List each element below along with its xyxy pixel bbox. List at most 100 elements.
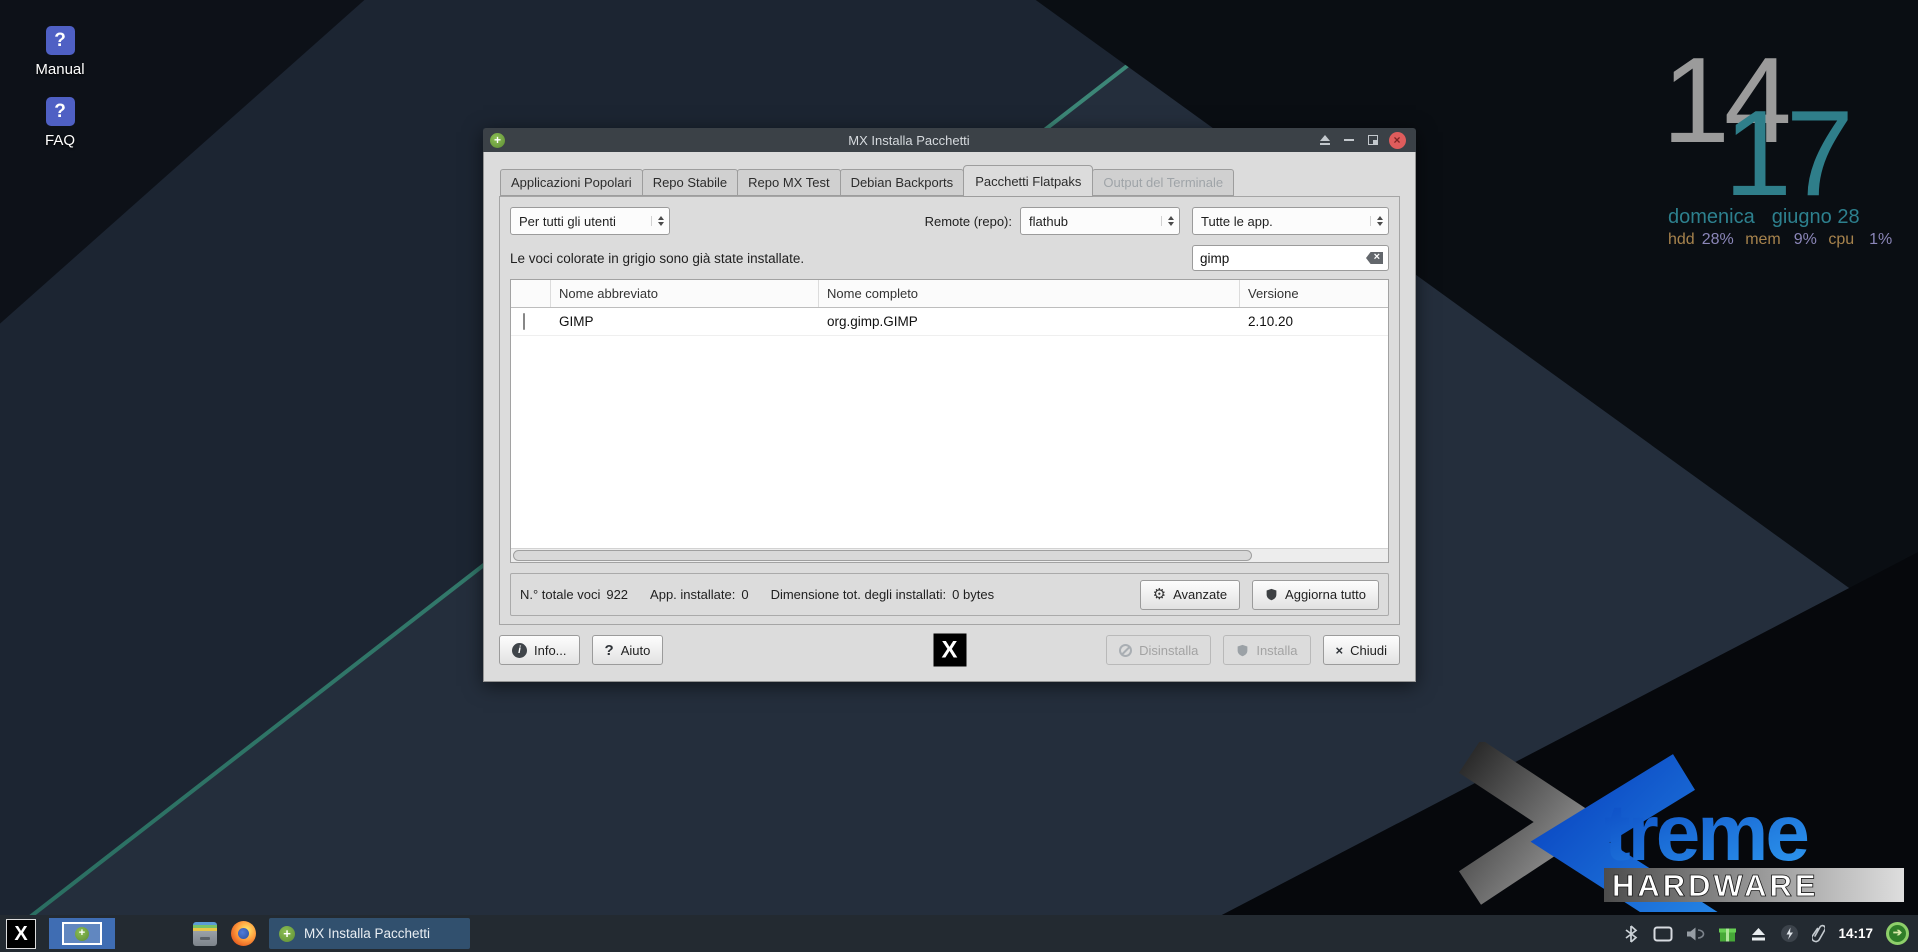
shade-icon (1320, 135, 1330, 145)
clock-date: domenicagiugno 28 (1668, 206, 1860, 229)
column-header-short-name[interactable]: Nome abbreviato (551, 280, 819, 307)
checkbox-column-header[interactable] (511, 280, 551, 307)
gear-icon: ⚙ (1153, 587, 1166, 602)
update-all-button[interactable]: Aggiorna tutto (1252, 580, 1379, 610)
close-x-icon: × (1336, 643, 1344, 658)
tab-applicazioni-popolari[interactable]: Applicazioni Popolari (500, 169, 643, 196)
scrollbar-thumb[interactable] (513, 550, 1252, 561)
combobox-value: Tutte le app. (1201, 214, 1273, 229)
mx-menu-button[interactable]: X (6, 919, 36, 949)
hint-search-row: Le voci colorate in grigio sono già stat… (510, 245, 1389, 271)
user-scope-combobox[interactable]: Per tutti gli utenti (510, 207, 670, 235)
green-plus-icon: + (75, 927, 89, 941)
cell-version: 2.10.20 (1240, 314, 1388, 329)
tab-bar: Applicazioni Popolari Repo Stabile Repo … (500, 168, 1400, 196)
column-header-version[interactable]: Versione (1240, 280, 1388, 307)
tab-output-terminale[interactable]: Output del Terminale (1092, 169, 1234, 196)
spinner-arrows-icon (1370, 216, 1383, 226)
table-row[interactable]: GIMP org.gimp.GIMP 2.10.20 (511, 308, 1388, 336)
mx-logo-icon: X (933, 634, 966, 667)
workspace-switcher[interactable]: + (49, 918, 115, 949)
remote-repo-label: Remote (repo): (925, 214, 1012, 229)
remote-combobox[interactable]: flathub (1020, 207, 1180, 235)
xtreme-hardware-logo: treme HARDWARE (1452, 742, 1912, 912)
close-icon: × (1389, 132, 1406, 149)
search-box (1192, 245, 1389, 271)
spinner-arrows-icon (651, 216, 664, 226)
clipboard-icon[interactable] (1812, 924, 1825, 943)
cell-full-name: org.gimp.GIMP (819, 314, 1240, 329)
mx-logo-icon: X (14, 921, 27, 947)
close-window-button[interactable]: × Chiudi (1323, 635, 1400, 665)
window-titlebar[interactable]: + MX Installa Pacchetti × (483, 128, 1416, 152)
installed-apps-status: App. installate: 0 (650, 587, 749, 602)
bluetooth-icon[interactable] (1622, 925, 1640, 943)
system-stats: hdd28% mem9% cpu1% (1668, 231, 1899, 249)
install-button[interactable]: Installa (1223, 635, 1310, 665)
table-header: Nome abbreviato Nome completo Versione (511, 280, 1388, 308)
column-header-full-name[interactable]: Nome completo (819, 280, 1240, 307)
firefox-launcher[interactable] (231, 921, 256, 946)
search-input[interactable] (1195, 251, 1366, 266)
conky-clock-widget: 14 17 domenicagiugno 28 hdd28% mem9% cpu… (1650, 20, 1910, 260)
green-plus-icon: + (279, 926, 295, 942)
minimize-button[interactable] (1337, 130, 1361, 150)
cell-short-name: GIMP (551, 314, 819, 329)
shade-button[interactable] (1313, 130, 1337, 150)
clock-minute: 17 (1724, 92, 1848, 214)
clear-search-icon[interactable] (1366, 252, 1383, 264)
package-table: Nome abbreviato Nome completo Versione G… (510, 279, 1389, 563)
power-manager-icon[interactable] (1780, 924, 1799, 943)
package-updater-icon[interactable] (1718, 925, 1737, 943)
maximize-button[interactable] (1361, 130, 1385, 150)
question-icon: ? (46, 26, 75, 55)
horizontal-scrollbar[interactable] (511, 548, 1388, 562)
display-icon[interactable] (1653, 926, 1673, 942)
close-button[interactable]: × (1385, 130, 1409, 150)
forbidden-icon (1119, 644, 1132, 657)
workspace-window-preview: + (62, 922, 102, 945)
mx-package-installer-window: + MX Installa Pacchetti × Applicazioni P… (483, 128, 1416, 682)
tab-repo-stabile[interactable]: Repo Stabile (642, 169, 738, 196)
shield-icon (1236, 643, 1249, 658)
flatpaks-tab-pane: Per tutti gli utenti Remote (repo): flat… (499, 196, 1400, 625)
volume-icon[interactable] (1686, 926, 1705, 942)
uninstall-button[interactable]: Disinstalla (1106, 635, 1211, 665)
row-checkbox[interactable] (523, 313, 525, 330)
tab-pacchetti-flatpaks[interactable]: Pacchetti Flatpaks (963, 165, 1093, 197)
desktop-icon-label: FAQ (15, 132, 105, 149)
desktop-icon-label: Manual (15, 61, 105, 78)
taskbar-clock[interactable]: 14:17 (1838, 926, 1873, 941)
installed-size-status: Dimensione tot. degli installati: 0 byte… (771, 587, 995, 602)
window-body: Applicazioni Popolari Repo Stabile Repo … (483, 152, 1416, 682)
installed-hint-label: Le voci colorate in grigio sono già stat… (510, 251, 804, 266)
app-filter-combobox[interactable]: Tutte le app. (1192, 207, 1389, 235)
desktop-icon-manual[interactable]: ? Manual (15, 26, 105, 78)
tab-repo-mx-test[interactable]: Repo MX Test (737, 169, 840, 196)
total-items-status: N.° totale voci 922 (520, 587, 628, 602)
table-empty-area (511, 336, 1388, 548)
info-icon: i (512, 643, 527, 658)
window-app-icon[interactable]: + (490, 133, 505, 148)
help-button[interactable]: ? Aiuto (592, 635, 664, 665)
taskbar: X + + MX Installa Pacchetti (0, 915, 1918, 952)
status-panel: N.° totale voci 922 App. installate: 0 D… (510, 573, 1389, 616)
system-tray: 14:17 ➔ (1622, 922, 1918, 945)
combobox-value: Per tutti gli utenti (519, 214, 616, 229)
advanced-button[interactable]: ⚙ Avanzate (1140, 580, 1240, 610)
svg-text:HARDWARE: HARDWARE (1612, 868, 1819, 903)
filter-row: Per tutti gli utenti Remote (repo): flat… (510, 207, 1389, 235)
task-label: MX Installa Pacchetti (304, 926, 430, 941)
desktop-icon-faq[interactable]: ? FAQ (15, 97, 105, 149)
eject-icon[interactable] (1750, 926, 1767, 942)
taskbar-task-mx-installa-pacchetti[interactable]: + MX Installa Pacchetti (269, 918, 470, 949)
window-title: MX Installa Pacchetti (505, 133, 1313, 148)
tab-debian-backports[interactable]: Debian Backports (840, 169, 965, 196)
combobox-value: flathub (1029, 214, 1068, 229)
info-button[interactable]: i Info... (499, 635, 580, 665)
file-manager-launcher[interactable] (193, 922, 217, 946)
maximize-icon (1368, 135, 1378, 145)
spinner-arrows-icon (1161, 216, 1174, 226)
bottom-button-bar: i Info... ? Aiuto X Disinstalla Installa… (499, 635, 1400, 665)
mx-updater-icon[interactable]: ➔ (1886, 922, 1909, 945)
